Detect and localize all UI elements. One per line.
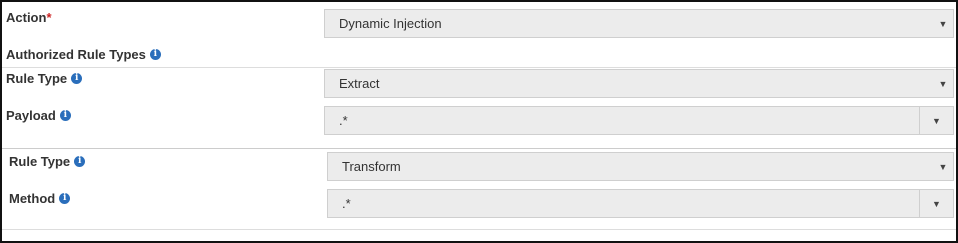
rule-editor-panel: Action * Dynamic Injection ▼ Authorized R… — [0, 0, 958, 243]
authorized-rule-types-heading: Authorized Rule Types i — [6, 47, 161, 62]
method-input[interactable]: .* — [328, 196, 919, 211]
method-label-text: Method — [9, 191, 56, 206]
rule-type-label: Rule Type i — [9, 154, 86, 169]
payload-input[interactable]: .* — [325, 113, 919, 128]
action-select[interactable]: Dynamic Injection ▼ — [324, 9, 954, 38]
divider — [2, 67, 956, 68]
rule-type-select-value: Transform — [342, 159, 401, 174]
required-asterisk: * — [46, 10, 52, 25]
rule-type-select[interactable]: Transform ▼ — [327, 152, 954, 181]
rule-type-select[interactable]: Extract ▼ — [324, 69, 954, 98]
payload-label: Payload i — [6, 108, 71, 123]
method-label: Method i — [9, 191, 71, 206]
caret-down-icon[interactable]: ▼ — [919, 190, 953, 217]
method-combobox[interactable]: .* ▼ — [327, 189, 954, 218]
rule-type-select-value: Extract — [339, 76, 380, 91]
caret-down-icon: ▼ — [938, 18, 948, 29]
payload-combobox[interactable]: .* ▼ — [324, 106, 954, 135]
caret-down-icon: ▼ — [938, 161, 948, 172]
rule-type-label-text: Rule Type — [6, 71, 68, 86]
info-icon[interactable]: i — [71, 73, 83, 84]
rule-type-label: Rule Type i — [6, 71, 83, 86]
action-label-text: Action — [6, 10, 47, 25]
caret-down-icon[interactable]: ▼ — [919, 107, 953, 134]
rule-type-label-text: Rule Type — [9, 154, 71, 169]
info-icon[interactable]: i — [59, 110, 71, 121]
info-icon[interactable]: i — [74, 156, 86, 167]
divider — [2, 148, 956, 149]
info-icon[interactable]: i — [149, 49, 161, 60]
authorized-rule-types-text: Authorized Rule Types — [6, 47, 146, 62]
action-label: Action * — [6, 10, 52, 25]
payload-label-text: Payload — [6, 108, 56, 123]
caret-down-icon: ▼ — [938, 78, 948, 89]
divider — [2, 229, 956, 230]
info-icon[interactable]: i — [59, 193, 71, 204]
action-select-value: Dynamic Injection — [339, 16, 442, 31]
